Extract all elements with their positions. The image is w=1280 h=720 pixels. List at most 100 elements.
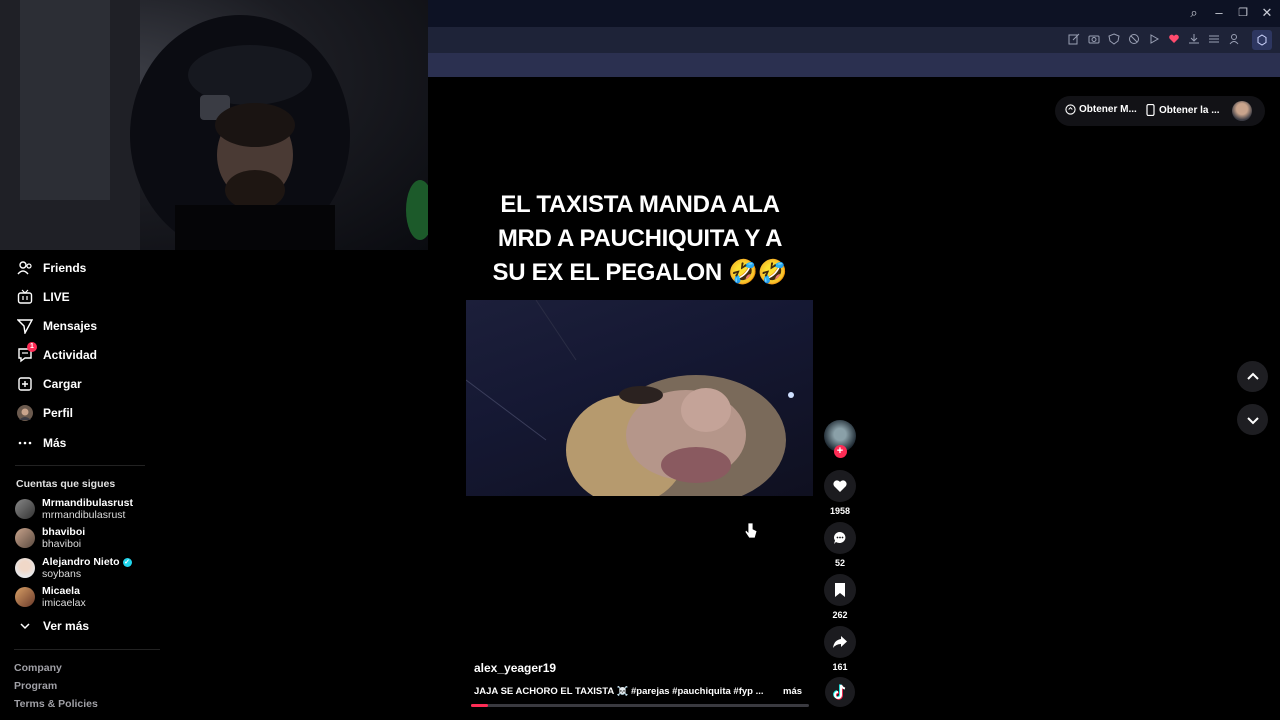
get-app-label: Obtener la ... [1159,104,1220,116]
upload-icon [16,375,34,393]
sidebar-item-label: Más [43,436,67,450]
video-caption-overlay: EL TAXISTA MANDA ALA MRD A PAUCHIQUITA Y… [470,188,810,290]
caption-line: MRD A PAUCHIQUITA Y A [497,225,783,252]
comment-icon [834,532,846,544]
sidebar-item-more[interactable]: Más [16,432,66,454]
footer-link[interactable]: Company [14,662,62,674]
previous-video-button[interactable] [1237,361,1268,392]
video-author[interactable]: alex_yeager19 [474,661,556,675]
footer-link[interactable]: Program [14,680,57,692]
sidebar-item-label: LIVE [43,290,70,304]
share-button[interactable]: 161 [823,626,857,672]
sidebar-item-upload[interactable]: Cargar [16,373,82,395]
sidebar-item-friends[interactable]: Friends [16,257,86,279]
profile-avatar [16,404,34,422]
menu-icon[interactable] [1207,33,1221,47]
following-account[interactable]: Micaela imicaelax [15,585,86,609]
more-icon [16,434,34,452]
bookmark-icon [835,583,845,597]
save-button[interactable]: 262 [823,574,857,620]
verified-icon: ✓ [122,557,132,567]
following-account[interactable]: Mrmandibulasrust mrmandibulasrust [15,497,133,521]
download-icon[interactable] [1187,33,1201,47]
address-bar[interactable] [428,53,1280,77]
sidebar-item-label: Friends [43,261,87,275]
sound-disc-icon[interactable] [825,677,855,707]
phone-icon [1146,104,1155,116]
vpn-icon[interactable] [1127,33,1141,47]
extension-active-icon[interactable] [1252,30,1272,50]
chevron-up-icon [1246,372,1259,380]
edit-icon[interactable] [1067,33,1081,47]
save-count: 262 [832,610,848,620]
share-count: 161 [832,662,848,672]
sidebar-item-label: Actividad [43,348,98,362]
heart-icon [833,480,847,492]
comment-count: 52 [834,558,845,568]
account-name: Mrmandibulasrust [42,497,134,509]
play-icon[interactable] [1147,33,1161,47]
friends-icon [16,259,34,277]
webcam-overlay [0,0,428,250]
follow-plus-icon[interactable]: + [833,445,847,458]
avatar [15,587,35,607]
account-name: Alejandro Nieto ✓ [42,556,132,568]
avatar [15,528,35,548]
see-more-button[interactable]: Ver más [16,615,89,637]
account-handle: mrmandibulasrust [42,509,126,521]
divider [15,465,145,466]
more-button[interactable]: más [783,686,802,697]
user-avatar[interactable] [1232,101,1252,121]
following-account[interactable]: Alejandro Nieto ✓ soybans [15,556,132,580]
account-icon[interactable] [1227,33,1241,47]
hand-cursor-icon [744,522,758,545]
next-video-button[interactable] [1237,404,1268,435]
messages-icon [16,317,34,335]
live-icon [16,288,34,306]
restore-icon[interactable]: ❐ [1235,5,1251,21]
following-title: Cuentas que sigues [16,478,116,490]
search-icon[interactable]: ⌕ [1186,5,1202,21]
heart-icon[interactable] [1167,33,1181,47]
sidebar-item-activity[interactable]: 1 Actividad [16,342,98,366]
camera-icon[interactable] [1087,33,1101,47]
account-name: bhaviboi [42,526,86,538]
caption-line: EL TAXISTA MANDA ALA [500,191,780,218]
close-icon[interactable]: ✕ [1259,5,1275,21]
activity-badge: 1 [27,342,37,352]
sidebar-item-profile[interactable]: Perfil [16,402,73,424]
sidebar-item-live[interactable]: LIVE [16,286,70,308]
account-handle: soybans [42,568,82,580]
minimize-icon[interactable]: – [1211,5,1227,21]
like-button[interactable]: 1958 [823,470,857,516]
footer-link[interactable]: Terms & Policies [14,698,98,710]
get-coins-button[interactable]: Obtener M... [1065,104,1137,115]
get-app-button[interactable]: Obtener la ... [1146,104,1220,116]
sidebar-item-label: Cargar [43,377,82,391]
creator-avatar-button[interactable]: + [823,420,857,458]
sidebar-item-label: Mensajes [43,319,98,333]
avatar [15,499,35,519]
see-more-label: Ver más [43,619,90,633]
coin-icon [1065,104,1076,115]
browser-title-bar: ⌕ – ❐ ✕ [428,0,1280,27]
divider [14,649,160,650]
sidebar-item-messages[interactable]: Mensajes [16,315,97,337]
share-icon [833,636,847,648]
video-description: JAJA SE ACHORO EL TAXISTA ☠️ #parejas #p… [474,686,764,697]
caption-line: SU EX EL PEGALON 🤣🤣 [492,259,788,286]
account-name: Micaela [42,585,80,597]
avatar [15,558,35,578]
account-handle: bhaviboi [42,538,82,550]
get-coins-label: Obtener M... [1079,104,1137,115]
sidebar-item-label: Perfil [43,406,74,420]
progress-bar[interactable] [471,704,809,707]
shield-icon[interactable] [1107,33,1121,47]
chevron-down-icon [16,617,34,635]
following-account[interactable]: bhaviboi bhaviboi [15,526,85,550]
activity-icon: 1 [16,342,37,364]
tiktok-logo-icon [833,684,846,700]
video-player[interactable] [466,300,813,496]
comment-button[interactable]: 52 [823,522,857,568]
progress-fill [471,704,488,707]
